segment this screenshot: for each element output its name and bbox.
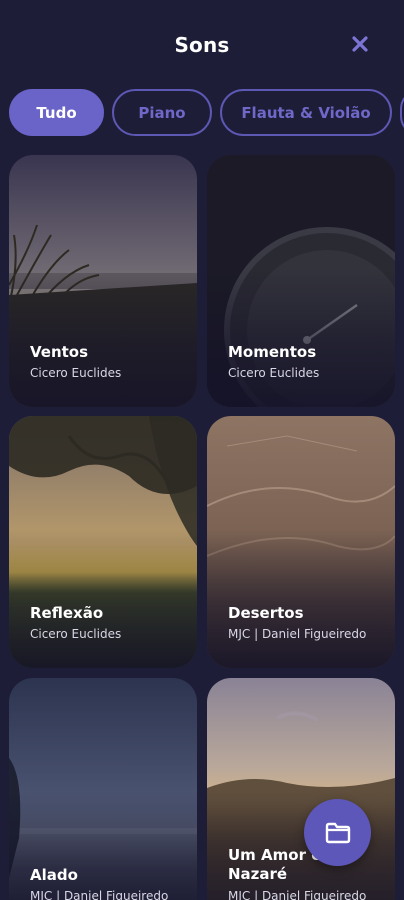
- filter-chip-more[interactable]: [400, 89, 404, 136]
- card-subtitle: MJC | Daniel Figueiredo: [30, 889, 169, 900]
- card-title: Desertos: [228, 604, 304, 622]
- filter-chips: Tudo Piano Flauta & Violão: [9, 89, 404, 137]
- header: Sons: [0, 0, 404, 90]
- page-title: Sons: [174, 33, 230, 57]
- sound-card-reflexao[interactable]: Reflexão Cicero Euclides: [9, 416, 197, 668]
- sound-card-desertos[interactable]: Desertos MJC | Daniel Figueiredo: [207, 416, 395, 668]
- folder-icon: [325, 822, 350, 843]
- card-title: Alado: [30, 866, 78, 884]
- card-title: Ventos: [30, 343, 89, 361]
- filter-chip-piano[interactable]: Piano: [112, 89, 212, 136]
- sound-card-alado[interactable]: Alado MJC | Daniel Figueiredo: [9, 678, 197, 900]
- folder-button[interactable]: [304, 799, 371, 866]
- card-subtitle: MJC | Daniel Figueiredo: [228, 889, 367, 900]
- card-subtitle: Cicero Euclides: [30, 627, 122, 641]
- close-button[interactable]: [346, 30, 374, 58]
- card-subtitle: Cicero Euclides: [30, 366, 122, 380]
- sound-card-momentos[interactable]: Momentos Cicero Euclides: [207, 155, 395, 407]
- card-subtitle: MJC | Daniel Figueiredo: [228, 627, 367, 641]
- sounds-screen: Sons Tudo Piano Flauta & Violão Ventos C…: [0, 0, 404, 900]
- sound-card-um-amor-em-nazare[interactable]: Um Amor em Nazaré MJC | Daniel Figueired…: [207, 678, 395, 900]
- filter-chip-tudo[interactable]: Tudo: [9, 89, 104, 136]
- card-title: Momentos: [228, 343, 317, 361]
- card-title: Reflexão: [30, 604, 104, 622]
- close-icon: [352, 36, 368, 52]
- filter-chip-flauta-violao[interactable]: Flauta & Violão: [220, 89, 392, 136]
- card-subtitle: Cicero Euclides: [228, 366, 320, 380]
- sound-card-ventos[interactable]: Ventos Cicero Euclides: [9, 155, 197, 407]
